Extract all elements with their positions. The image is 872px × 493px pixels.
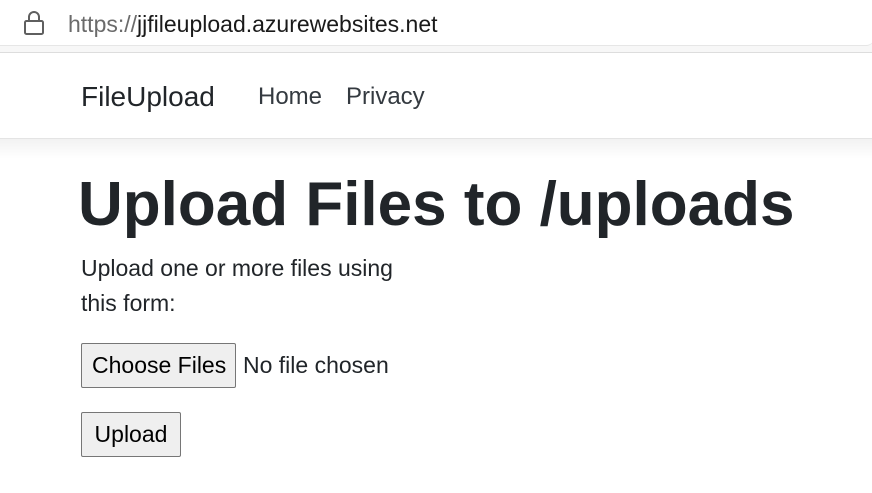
choose-files-button[interactable]: Choose Files <box>81 343 236 388</box>
url-text[interactable]: https://jjfileupload.azurewebsites.net <box>68 9 438 39</box>
nav-link-privacy[interactable]: Privacy <box>346 82 425 112</box>
url-scheme: https:// <box>68 11 138 37</box>
navbar-shadow <box>0 139 872 159</box>
address-bar[interactable]: https://jjfileupload.azurewebsites.net <box>0 0 872 46</box>
brand-link[interactable]: FileUpload <box>81 79 215 115</box>
file-input[interactable]: Choose Files No file chosen <box>81 343 389 388</box>
file-status-text: No file chosen <box>243 352 389 378</box>
intro-text: Upload one or more files using this form… <box>81 255 393 316</box>
page-title: Upload Files to /uploads <box>78 170 795 239</box>
upload-row: Upload <box>81 412 181 457</box>
url-host: jjfileupload.azurewebsites.net <box>137 11 438 37</box>
upload-button[interactable]: Upload <box>81 412 181 457</box>
nav-link-home[interactable]: Home <box>258 82 322 112</box>
browser-toolbar: https://jjfileupload.azurewebsites.net <box>0 0 872 52</box>
site-navbar: FileUpload Home Privacy <box>0 52 872 139</box>
lock-icon[interactable] <box>22 10 46 36</box>
